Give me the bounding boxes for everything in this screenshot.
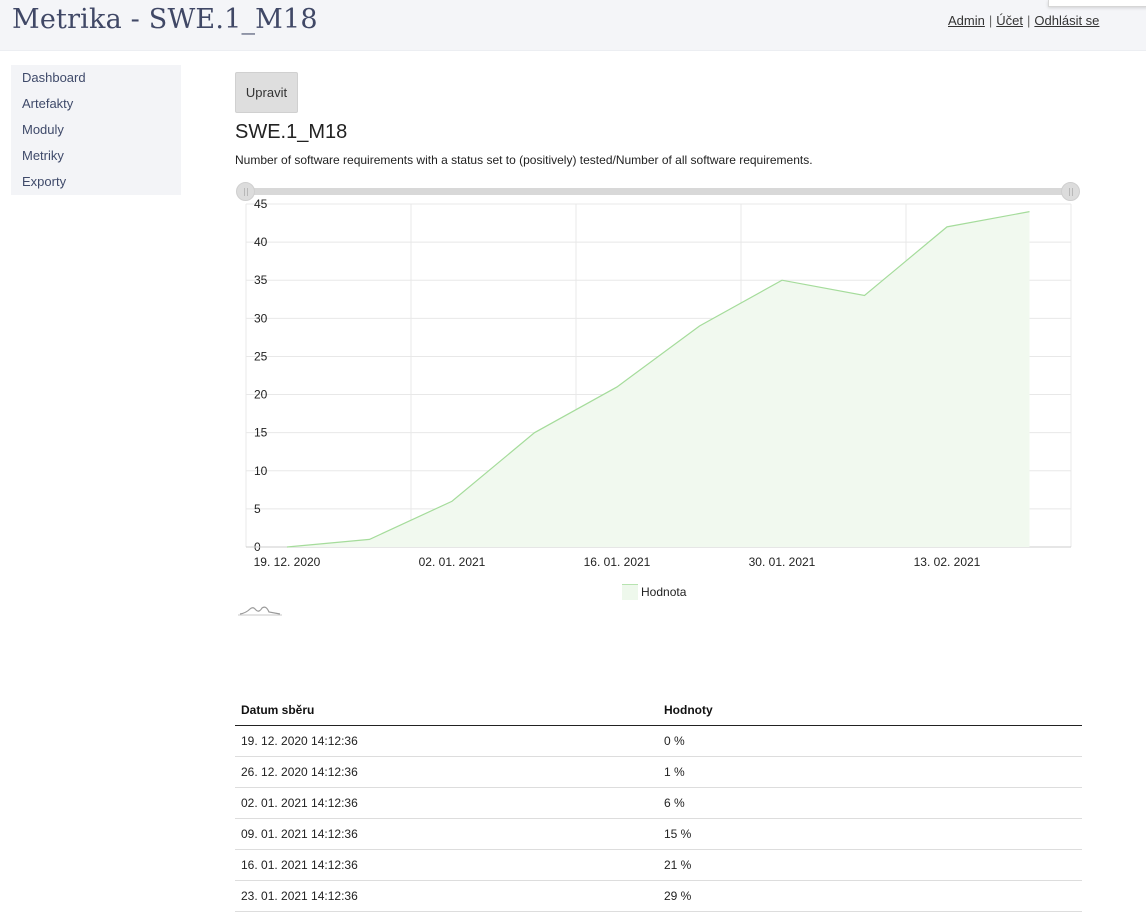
x-tick-label: 19. 12. 2020 [254, 555, 321, 569]
table-row: 16. 01. 2021 14:12:36 21 % [235, 849, 1082, 881]
cell-date: 26. 12. 2020 14:12:36 [235, 756, 658, 788]
values-table: Datum sběru Hodnoty 19. 12. 2020 14:12:3… [235, 694, 1082, 912]
cell-value: 21 % [658, 849, 1082, 881]
table-row: 02. 01. 2021 14:12:36 6 % [235, 787, 1082, 819]
x-tick-label: 02. 01. 2021 [419, 555, 486, 569]
x-tick-label: 16. 01. 2021 [584, 555, 651, 569]
x-tick-label: 13. 02. 2021 [914, 555, 981, 569]
legend-swatch [622, 583, 638, 600]
cell-date: 23. 01. 2021 14:12:36 [235, 880, 658, 912]
sparkline-icon[interactable] [238, 604, 282, 618]
y-tick-label: 20 [254, 388, 268, 402]
y-tick-label: 45 [254, 197, 268, 211]
cell-value: 0 % [658, 725, 1082, 757]
x-tick-label: 30. 01. 2021 [749, 555, 816, 569]
table-header-row: Datum sběru Hodnoty [235, 694, 1082, 726]
y-tick-label: 35 [254, 273, 268, 287]
table-row: 19. 12. 2020 14:12:36 0 % [235, 725, 1082, 757]
cell-date: 19. 12. 2020 14:12:36 [235, 725, 658, 757]
y-tick-label: 25 [254, 349, 268, 363]
table-row: 26. 12. 2020 14:12:36 1 % [235, 756, 1082, 788]
table-row: 09. 01. 2021 14:12:36 15 % [235, 818, 1082, 850]
y-tick-label: 40 [254, 235, 268, 249]
cell-date: 02. 01. 2021 14:12:36 [235, 787, 658, 819]
cell-date: 16. 01. 2021 14:12:36 [235, 849, 658, 881]
table-row: 23. 01. 2021 14:12:36 29 % [235, 880, 1082, 912]
cell-value: 29 % [658, 880, 1082, 912]
chart-legend[interactable]: Hodnota [622, 583, 686, 601]
y-tick-label: 15 [254, 426, 268, 440]
y-tick-label: 30 [254, 311, 268, 325]
cell-value: 6 % [658, 787, 1082, 819]
legend-label: Hodnota [641, 584, 687, 599]
cell-value: 1 % [658, 756, 1082, 788]
cell-value: 15 % [658, 818, 1082, 850]
series-area-hodnota [287, 211, 1030, 547]
column-header-date[interactable]: Datum sběru [235, 694, 658, 726]
y-tick-label: 5 [254, 502, 261, 516]
cell-date: 09. 01. 2021 14:12:36 [235, 818, 658, 850]
y-tick-label: 10 [254, 464, 268, 478]
column-header-values[interactable]: Hodnoty [658, 694, 1082, 726]
